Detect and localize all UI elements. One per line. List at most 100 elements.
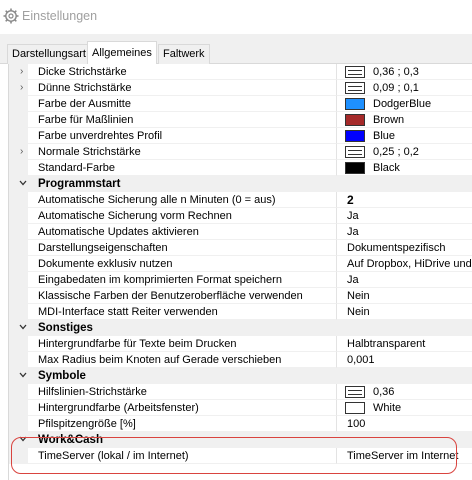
line-thickness-icon bbox=[345, 82, 365, 94]
property-row[interactable]: Eingabedaten im komprimierten Format spe… bbox=[9, 272, 472, 288]
property-row[interactable]: MDI-Interface statt Reiter verwenden Nein bbox=[9, 304, 472, 320]
property-value[interactable]: Dokumentspezifisch bbox=[337, 240, 472, 256]
property-value[interactable]: Auf Dropbox, HiDrive und G bbox=[337, 256, 472, 272]
chevron-down-icon[interactable] bbox=[19, 179, 27, 187]
property-name: Max Radius beim Knoten auf Gerade versch… bbox=[28, 352, 337, 368]
row-gutter bbox=[9, 128, 28, 144]
property-row[interactable]: Darstellungseigenschaften Dokumentspezifi… bbox=[9, 240, 472, 256]
row-gutter bbox=[9, 272, 28, 288]
chevron-right-icon[interactable]: › bbox=[20, 66, 23, 78]
property-name: Automatische Updates aktivieren bbox=[28, 224, 337, 240]
property-row[interactable]: Hintergrundfarbe (Arbeitsfenster) White bbox=[9, 400, 472, 416]
property-row[interactable]: Farbe unverdrehtes Profil Blue bbox=[9, 128, 472, 144]
property-value[interactable]: Ja bbox=[337, 224, 472, 240]
row-gutter bbox=[9, 368, 28, 384]
category-label: Work&Cash bbox=[28, 432, 472, 448]
property-value[interactable]: 100 bbox=[337, 416, 472, 432]
chevron-right-icon[interactable]: › bbox=[20, 146, 23, 158]
property-value-text: Blue bbox=[373, 130, 396, 142]
property-row[interactable]: Dokumente exklusiv nutzen Auf Dropbox, Hi… bbox=[9, 256, 472, 272]
property-value-text: Ja bbox=[347, 226, 359, 238]
property-value[interactable]: DodgerBlue bbox=[337, 96, 472, 112]
row-gutter: › bbox=[9, 144, 28, 160]
chevron-down-icon[interactable] bbox=[19, 435, 27, 443]
property-value[interactable]: 0,09 ; 0,1 bbox=[337, 80, 472, 96]
property-value[interactable]: 2 bbox=[337, 192, 472, 208]
property-row[interactable]: Automatische Updates aktivieren Ja bbox=[9, 224, 472, 240]
line-thickness-icon bbox=[345, 146, 365, 158]
property-row[interactable]: › Dünne Strichstärke 0,09 ; 0,1 bbox=[9, 80, 472, 96]
row-gutter bbox=[9, 320, 28, 336]
property-value-text: Brown bbox=[373, 114, 405, 126]
property-name: Standard-Farbe bbox=[28, 160, 337, 176]
property-name: Dicke Strichstärke bbox=[28, 64, 337, 80]
property-value[interactable]: Brown bbox=[337, 112, 472, 128]
property-value[interactable]: Blue bbox=[337, 128, 472, 144]
row-gutter bbox=[9, 352, 28, 368]
chevron-down-icon[interactable] bbox=[19, 323, 27, 331]
property-name: Farbe der Ausmitte bbox=[28, 96, 337, 112]
color-swatch bbox=[345, 98, 365, 110]
property-value[interactable]: White bbox=[337, 400, 472, 416]
line-thickness-icon bbox=[345, 66, 365, 78]
row-gutter bbox=[9, 336, 28, 352]
property-grid: › Dicke Strichstärke 0,36 ; 0,3 › Dünne Stri… bbox=[8, 64, 472, 480]
property-value[interactable]: Ja bbox=[337, 208, 472, 224]
row-gutter bbox=[9, 384, 28, 400]
property-row[interactable]: Farbe der Ausmitte DodgerBlue bbox=[9, 96, 472, 112]
property-row[interactable]: Max Radius beim Knoten auf Gerade versch… bbox=[9, 352, 472, 368]
property-value[interactable]: TimeServer im Internet bbox=[337, 448, 472, 464]
chevron-down-icon[interactable] bbox=[19, 371, 27, 379]
property-value-text: 0,09 ; 0,1 bbox=[373, 82, 419, 94]
property-row[interactable]: Hilfslinien-Strichstärke 0,36 bbox=[9, 384, 472, 400]
property-row[interactable]: Automatische Sicherung vorm Rechnen Ja bbox=[9, 208, 472, 224]
tab-darstellungsart[interactable]: Darstellungsart bbox=[7, 44, 91, 64]
property-row[interactable]: Pfilspitzengröße [%] 100 bbox=[9, 416, 472, 432]
property-row[interactable]: Hintergrundfarbe für Texte beim Drucken H… bbox=[9, 336, 472, 352]
property-value[interactable]: 0,36 ; 0,3 bbox=[337, 64, 472, 80]
row-gutter bbox=[9, 416, 28, 432]
tab-allgemeines[interactable]: Allgemeines bbox=[87, 41, 157, 65]
row-gutter bbox=[9, 176, 28, 192]
property-row[interactable]: › Dicke Strichstärke 0,36 ; 0,3 bbox=[9, 64, 472, 80]
category-sonstiges[interactable]: Sonstiges bbox=[9, 320, 472, 336]
property-value-text: Halbtransparent bbox=[347, 338, 426, 350]
row-gutter: › bbox=[9, 80, 28, 96]
property-row[interactable]: Klassische Farben der Benutzeroberfläche… bbox=[9, 288, 472, 304]
category-label: Programmstart bbox=[28, 176, 472, 192]
property-value[interactable]: Halbtransparent bbox=[337, 336, 472, 352]
property-value-text: White bbox=[373, 402, 402, 414]
property-row[interactable]: › Normale Strichstärke 0,25 ; 0,2 bbox=[9, 144, 472, 160]
property-name: Hintergrundfarbe für Texte beim Drucken bbox=[28, 336, 337, 352]
row-gutter bbox=[9, 448, 28, 464]
property-value-text: 2 bbox=[347, 193, 354, 207]
tab-bar: Darstellungsart Allgemeines Faltwerk bbox=[0, 34, 472, 65]
category-programmstart[interactable]: Programmstart bbox=[9, 176, 472, 192]
property-value[interactable]: 0,001 bbox=[337, 352, 472, 368]
property-value[interactable]: Black bbox=[337, 160, 472, 176]
property-value[interactable]: 0,36 bbox=[337, 384, 472, 400]
property-name: MDI-Interface statt Reiter verwenden bbox=[28, 304, 337, 320]
tab-faltwerk[interactable]: Faltwerk bbox=[158, 44, 210, 64]
chevron-right-icon[interactable]: › bbox=[20, 82, 23, 94]
property-row[interactable]: Farbe für Maßlinien Brown bbox=[9, 112, 472, 128]
property-value-text: Nein bbox=[347, 290, 370, 302]
property-name: Normale Strichstärke bbox=[28, 144, 337, 160]
property-value[interactable]: Nein bbox=[337, 288, 472, 304]
property-name: Farbe unverdrehtes Profil bbox=[28, 128, 337, 144]
property-value-text: 0,001 bbox=[347, 354, 375, 366]
category-work-cash[interactable]: Work&Cash bbox=[9, 432, 472, 448]
property-value[interactable]: Nein bbox=[337, 304, 472, 320]
category-symbole[interactable]: Symbole bbox=[9, 368, 472, 384]
property-value[interactable]: 0,25 ; 0,2 bbox=[337, 144, 472, 160]
property-value[interactable]: Ja bbox=[337, 272, 472, 288]
row-gutter bbox=[9, 256, 28, 272]
row-gutter: › bbox=[9, 64, 28, 80]
property-name: Automatische Sicherung alle n Minuten (0… bbox=[28, 192, 337, 208]
property-name: Hilfslinien-Strichstärke bbox=[28, 384, 337, 400]
property-row[interactable]: TimeServer (lokal / im Internet) TimeServ… bbox=[9, 448, 472, 464]
property-row[interactable]: Automatische Sicherung alle n Minuten (0… bbox=[9, 192, 472, 208]
property-value-text: 100 bbox=[347, 418, 366, 430]
property-row[interactable]: Standard-Farbe Black bbox=[9, 160, 472, 176]
row-gutter bbox=[9, 208, 28, 224]
